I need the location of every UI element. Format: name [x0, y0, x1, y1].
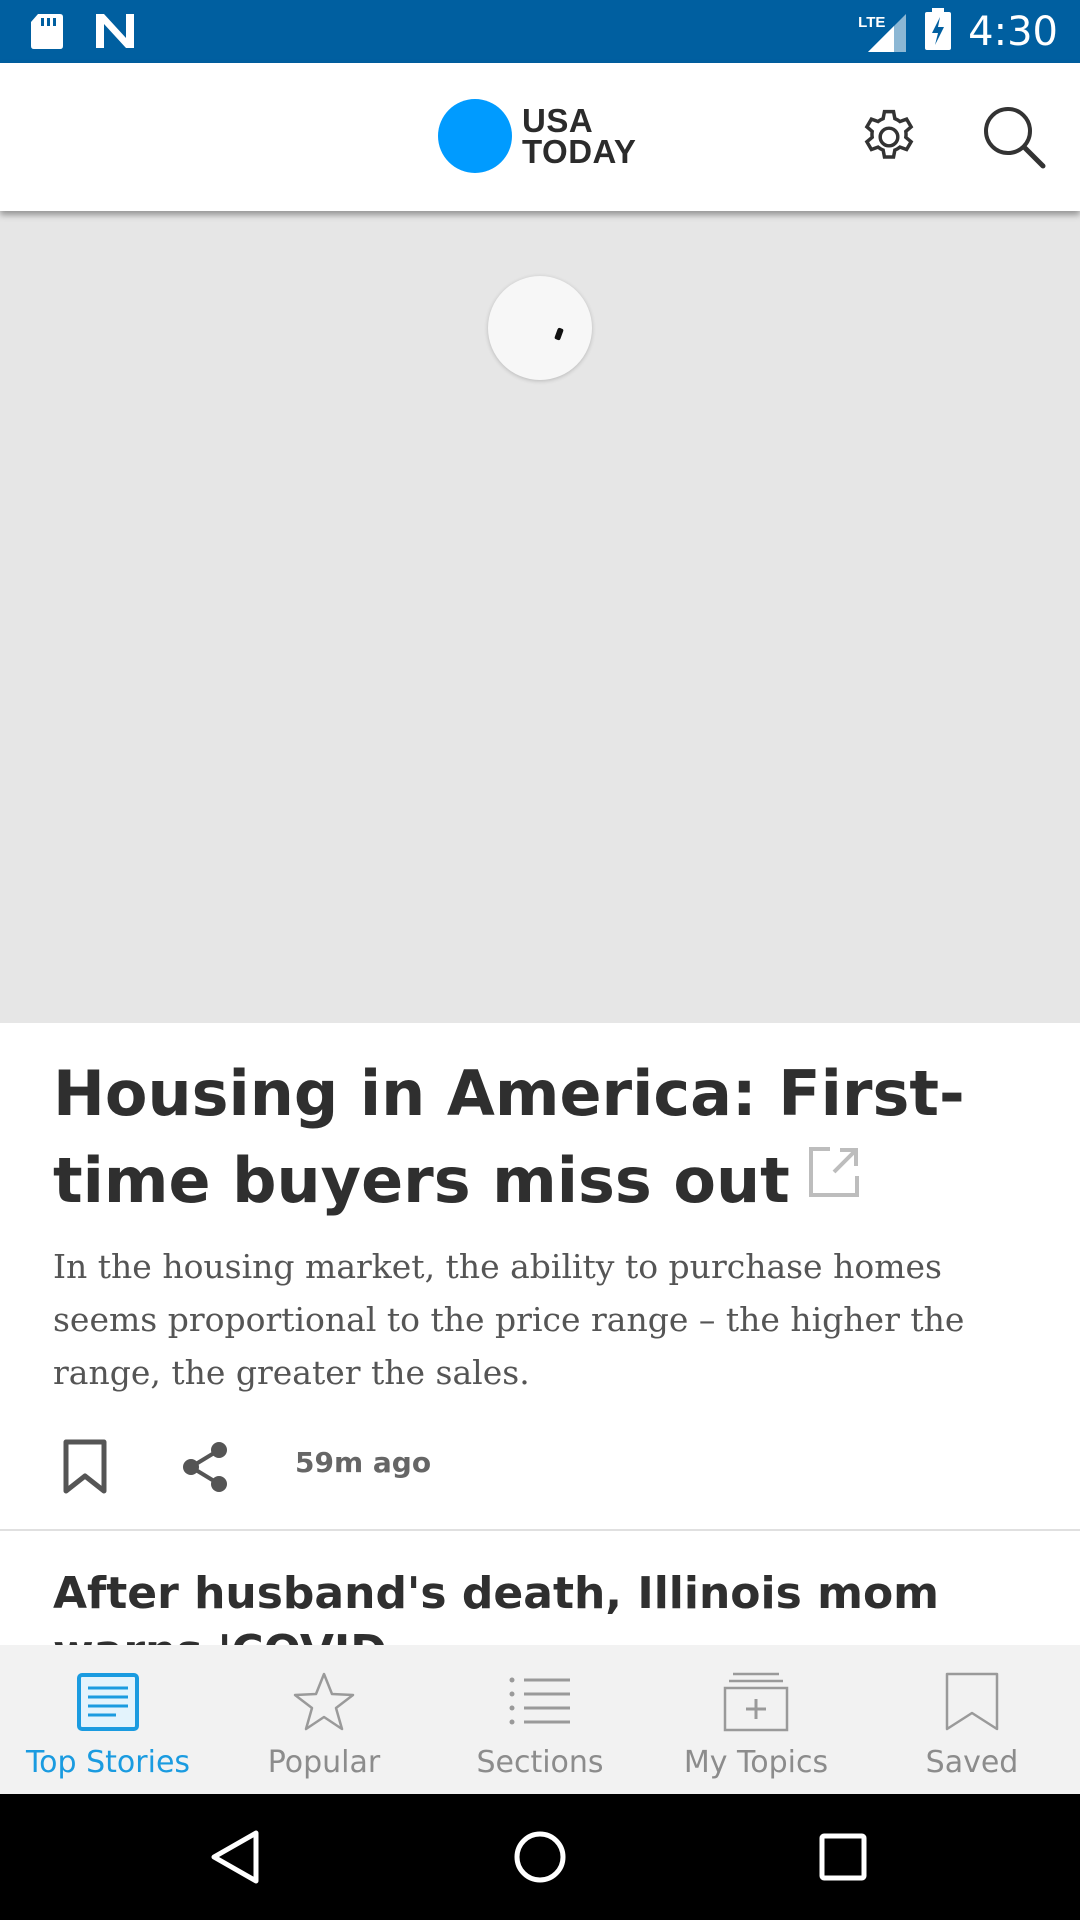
tab-saved[interactable]: Saved: [864, 1645, 1080, 1794]
home-button[interactable]: [507, 1824, 573, 1890]
bottom-nav: Top Stories Popular Sections My Topics S…: [0, 1645, 1080, 1794]
battery-charging-icon: [924, 7, 952, 56]
article-actions: 59m ago: [0, 1420, 1080, 1520]
network-type-label: LTE: [858, 13, 886, 31]
tab-label: Saved: [925, 1745, 1019, 1780]
article-headline[interactable]: Housing in America: First-time buyers mi…: [53, 1050, 1013, 1228]
logo-line-2: TODAY: [522, 133, 637, 170]
logo-line-1: USA: [522, 102, 594, 139]
clock: 4:30: [968, 8, 1058, 55]
recents-button[interactable]: [810, 1824, 876, 1890]
sd-card-icon: [30, 12, 64, 50]
tab-label: Popular: [267, 1745, 381, 1780]
star-icon: [289, 1667, 359, 1737]
settings-button[interactable]: [851, 99, 927, 175]
divider: [0, 1529, 1080, 1531]
app-header: USA TODAY: [0, 63, 1080, 211]
loading-spinner: [488, 276, 592, 380]
tab-label: My Topics: [683, 1745, 829, 1780]
tab-sections[interactable]: Sections: [432, 1645, 648, 1794]
share-icon: [183, 1442, 227, 1492]
bookmark-button[interactable]: [55, 1432, 115, 1502]
usa-today-logo[interactable]: USA TODAY: [438, 99, 636, 173]
system-nav-bar: [0, 1794, 1080, 1920]
article-timestamp: 59m ago: [295, 1446, 432, 1479]
signal-icon: LTE: [858, 10, 908, 54]
notification-n-icon: [94, 12, 136, 50]
tab-my-topics[interactable]: My Topics: [648, 1645, 864, 1794]
spinner-mark: [554, 327, 564, 341]
back-button[interactable]: [202, 1824, 268, 1890]
home-icon: [514, 1831, 566, 1883]
hero-image[interactable]: [0, 211, 1080, 1023]
logo-dot: [438, 99, 512, 173]
newspaper-icon: [73, 1667, 143, 1737]
list-icon: [505, 1667, 575, 1737]
logo-text: USA TODAY: [522, 102, 637, 170]
external-link-icon: [808, 1133, 860, 1220]
status-bar: LTE 4:30: [0, 0, 1080, 63]
next-article-headline[interactable]: After husband's death, Illinois mom warn…: [53, 1565, 1013, 1677]
article-summary[interactable]: In the housing market, the ability to pu…: [53, 1240, 1013, 1399]
search-button[interactable]: [976, 99, 1052, 175]
search-icon: [984, 107, 1046, 169]
add-topic-icon: [721, 1667, 791, 1737]
tab-popular[interactable]: Popular: [216, 1645, 432, 1794]
tab-label: Sections: [476, 1745, 604, 1780]
recents-icon: [819, 1833, 867, 1881]
gear-icon: [864, 109, 914, 159]
bookmark-icon: [937, 1667, 1007, 1737]
share-button[interactable]: [175, 1432, 235, 1502]
back-icon: [211, 1830, 259, 1884]
tab-label: Top Stories: [25, 1745, 191, 1780]
bookmark-icon: [63, 1439, 107, 1494]
tab-top-stories[interactable]: Top Stories: [0, 1645, 216, 1794]
